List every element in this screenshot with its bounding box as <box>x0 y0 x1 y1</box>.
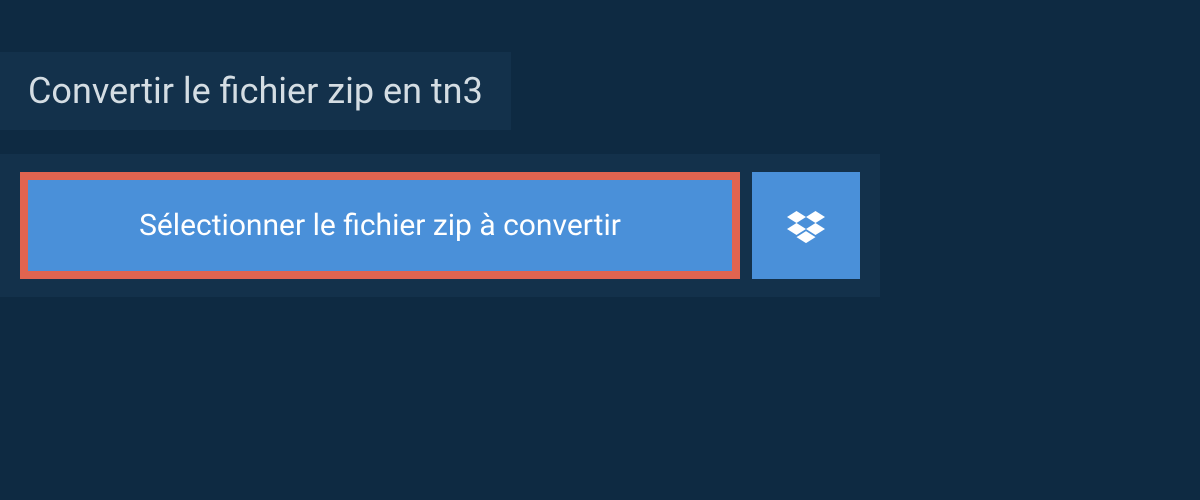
dropbox-button[interactable] <box>752 172 860 279</box>
upload-panel: Sélectionner le fichier zip à convertir <box>0 154 880 297</box>
highlight-frame: Sélectionner le fichier zip à convertir <box>20 172 740 279</box>
header-bar: Convertir le fichier zip en tn3 <box>0 52 511 130</box>
page-title: Convertir le fichier zip en tn3 <box>28 70 483 112</box>
select-file-button[interactable]: Sélectionner le fichier zip à convertir <box>28 180 732 271</box>
dropbox-icon <box>787 207 825 245</box>
